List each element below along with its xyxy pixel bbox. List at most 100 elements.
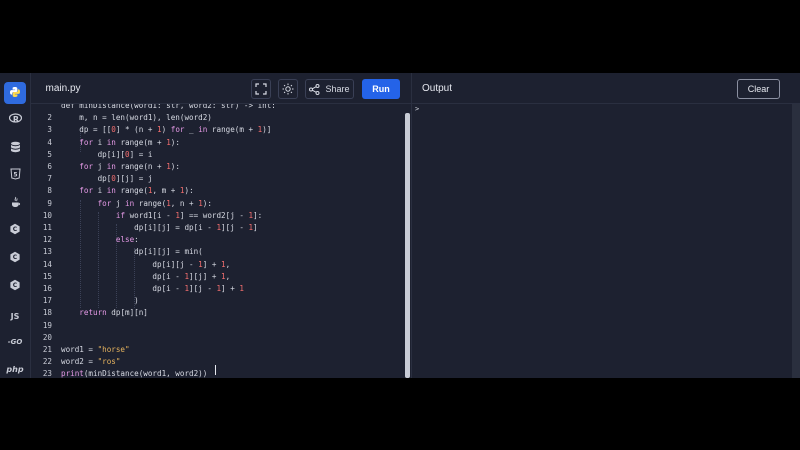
fullscreen-button[interactable]	[251, 79, 271, 99]
code-token: ][j] +	[189, 271, 222, 281]
code-token: )	[61, 296, 139, 306]
clear-button[interactable]: Clear	[737, 79, 780, 99]
line-number: 20	[42, 332, 52, 342]
csharp-icon: C	[9, 279, 21, 294]
code-token: ):	[170, 162, 180, 171]
code-token: for	[79, 162, 94, 171]
code-token: ] == word2[j -	[179, 210, 249, 220]
java-language-button[interactable]	[4, 192, 26, 214]
code-token: for	[79, 137, 94, 147]
html5-icon: 5	[9, 168, 21, 183]
code-token: range(m +	[115, 137, 167, 147]
line-number: 18	[42, 308, 52, 318]
line-number: 8	[47, 186, 52, 196]
code-token: if	[115, 210, 126, 220]
code-token: ):	[184, 186, 194, 196]
code-token: in	[125, 198, 135, 208]
code-token: in	[198, 125, 208, 135]
editor-scrollbar[interactable]	[405, 113, 410, 378]
csharp-language-button[interactable]: C	[4, 275, 26, 297]
php-language-button[interactable]: php	[4, 358, 26, 378]
line-number: 13	[42, 247, 52, 257]
code-editor-app: R 5 C C C JS -GO php main.py Share Run Out	[0, 73, 800, 378]
language-sidebar: R 5 C C C JS -GO php	[0, 73, 31, 378]
page-scrollbar[interactable]	[792, 104, 800, 378]
html5-language-button[interactable]: 5	[4, 164, 26, 186]
code-editor[interactable]: def minDistance(word1: str, word2: str) …	[31, 104, 404, 378]
fullscreen-icon	[255, 83, 267, 95]
javascript-language-button[interactable]: JS	[4, 305, 26, 327]
code-token: dp = [[	[61, 125, 112, 135]
file-tab[interactable]: main.py	[31, 73, 95, 104]
share-icon	[309, 83, 320, 95]
code-token: i	[93, 186, 107, 196]
code-text: dp[i][j] = dp[i - 1][j - 1]	[61, 222, 257, 234]
theme-toggle-button[interactable]	[278, 79, 298, 99]
code-token: :	[134, 235, 139, 245]
code-token: def minDistance(word1: str, word2: str) …	[61, 104, 276, 110]
java-icon	[10, 196, 21, 211]
line-number: 10	[42, 210, 52, 220]
output-console[interactable]: >	[411, 104, 792, 378]
line-number: 19	[42, 320, 52, 330]
code-token: ][j] = j	[115, 174, 153, 184]
code-token: dp[i -	[61, 271, 185, 281]
code-text: for i in range(1, m + 1):	[61, 185, 194, 197]
code-token: ]:	[253, 210, 263, 220]
python-language-button[interactable]	[4, 82, 26, 104]
code-token: range(	[134, 198, 167, 208]
sun-icon	[282, 83, 294, 95]
code-token: , n +	[170, 198, 199, 208]
code-text: dp[0][j] = j	[61, 173, 153, 185]
code-token: for	[170, 125, 185, 135]
line-number: 7	[47, 174, 52, 184]
line-number: 15	[42, 271, 52, 281]
line-number: 23	[42, 369, 52, 378]
r-language-button[interactable]: R	[4, 109, 26, 131]
cplusplus-language-button[interactable]: C	[4, 247, 26, 269]
code-token: print	[61, 369, 84, 378]
database-icon	[10, 141, 21, 156]
c-language-button[interactable]: C	[4, 219, 26, 241]
run-button[interactable]: Run	[362, 79, 400, 99]
code-token: in	[106, 186, 116, 196]
code-token: _	[184, 125, 199, 135]
code-token: m, n = len(word1), len(word2)	[61, 113, 212, 123]
code-token: range(m +	[207, 125, 258, 135]
svg-text:C: C	[13, 282, 18, 289]
line-number: 5	[47, 149, 52, 159]
code-token: j	[93, 162, 107, 171]
code-token: (minDistance(word1, word2))	[83, 369, 208, 378]
code-text: word2 = "ros"	[61, 356, 120, 368]
code-token: word1[i -	[125, 210, 176, 220]
code-token: ] = i	[129, 149, 153, 159]
go-language-button[interactable]: -GO	[4, 331, 26, 353]
share-label: Share	[325, 84, 350, 94]
javascript-icon: JS	[10, 311, 20, 321]
share-button[interactable]: Share	[305, 79, 354, 99]
code-text: dp = [[0] * (n + 1) for _ in range(m + 1…	[61, 124, 271, 136]
editor-toolbar: main.py Share Run	[31, 73, 411, 104]
output-title: Output	[422, 83, 453, 94]
code-text: else:	[61, 234, 139, 246]
code-text: m, n = len(word1), len(word2)	[61, 112, 212, 124]
code-text: for j in range(n + 1):	[61, 161, 180, 173]
text-cursor	[215, 365, 216, 375]
svg-text:R: R	[12, 115, 18, 124]
code-token: dp[i][	[61, 149, 126, 159]
code-token: range(n +	[115, 162, 167, 171]
code-token: ] * (n +	[115, 125, 158, 135]
line-number: 6	[47, 162, 52, 171]
code-text: word1 = "horse"	[61, 344, 130, 356]
code-token: ] +	[202, 259, 222, 269]
line-number: 11	[42, 223, 52, 232]
code-token: ):	[170, 137, 180, 147]
code-text: def minDistance(word1: str, word2: str) …	[61, 104, 276, 112]
database-language-button[interactable]	[4, 137, 26, 159]
code-token: range(	[115, 186, 148, 196]
go-icon: -GO	[7, 338, 23, 346]
code-token: ):	[202, 198, 212, 208]
